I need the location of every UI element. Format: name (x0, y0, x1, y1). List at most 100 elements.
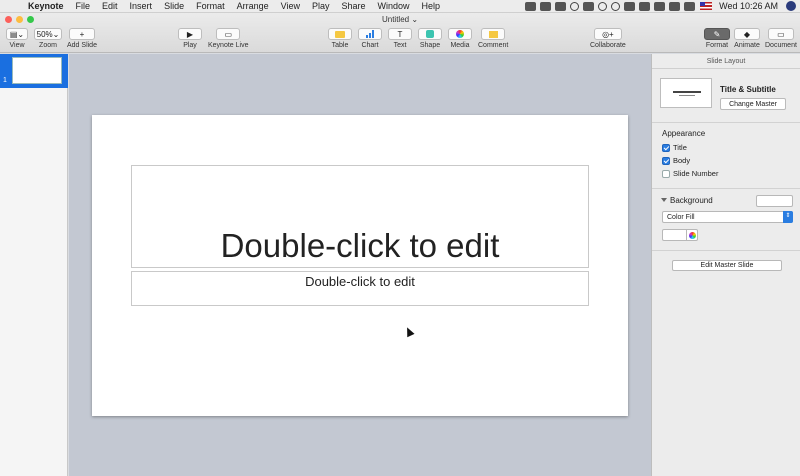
view-button[interactable]: ▤⌄ View (6, 28, 28, 49)
menu-arrange[interactable]: Arrange (231, 1, 275, 11)
menu-edit[interactable]: Edit (96, 1, 124, 11)
play-label: Play (183, 42, 197, 49)
slide-canvas[interactable]: Double-click to edit Double-click to edi… (69, 54, 651, 476)
plus-icon: + (68, 28, 95, 40)
shape-button[interactable]: Shape (418, 28, 442, 49)
input-source-flag-icon[interactable] (700, 2, 713, 10)
text-label: Text (393, 42, 407, 49)
title-placeholder[interactable]: Double-click to edit (131, 165, 589, 268)
keynote-live-label: Keynote Live (208, 42, 249, 49)
color-picker-button[interactable] (686, 229, 698, 241)
slide-number: 1 (3, 77, 7, 84)
comment-button[interactable]: Comment (478, 28, 508, 49)
menu-file[interactable]: File (70, 1, 97, 11)
volume-icon[interactable] (669, 1, 681, 11)
body-placeholder-text: Double-click to edit (305, 274, 415, 289)
document-title[interactable]: Untitled (382, 15, 409, 24)
status-app-icon[interactable] (555, 1, 567, 11)
select-arrows-icon: ⇕ (783, 211, 793, 223)
view-label: View (9, 42, 25, 49)
text-button[interactable]: T Text (388, 28, 412, 49)
slide-navigator: 1 (0, 54, 68, 476)
background-color-swatch[interactable] (756, 195, 793, 207)
animate-button[interactable]: ◆ Animate (734, 28, 760, 49)
divider (652, 188, 800, 189)
color-well[interactable] (662, 229, 687, 241)
menubar-clock[interactable]: Wed 10:26 AM (715, 1, 782, 11)
chart-icon (358, 28, 382, 40)
chart-label: Chart (361, 42, 379, 49)
collaborate-button[interactable]: ◎+ Collaborate (590, 28, 626, 49)
media-icon (448, 28, 472, 40)
collaborate-label: Collaborate (590, 42, 626, 49)
media-button[interactable]: Media (448, 28, 472, 49)
menu-help[interactable]: Help (416, 1, 447, 11)
inspector-panel: Slide Layout Title & Subtitle Change Mas… (651, 54, 800, 476)
slide-number-checkbox[interactable] (662, 169, 670, 178)
menu-insert[interactable]: Insert (124, 1, 159, 11)
fill-type-select[interactable]: Color Fill ⇕ (662, 211, 793, 223)
master-thumbnail[interactable] (660, 78, 712, 108)
paintbrush-icon: ✎ (704, 28, 730, 40)
status-circle-icon[interactable] (611, 1, 621, 11)
add-slide-button[interactable]: + Add Slide (67, 28, 97, 49)
collaborate-icon: ◎+ (593, 28, 622, 40)
view-icon: ▤⌄ (6, 28, 28, 40)
chart-button[interactable]: Chart (358, 28, 382, 49)
title-checkbox[interactable] (662, 143, 670, 152)
title-placeholder-text: Double-click to edit (220, 227, 500, 264)
document-icon: ▭ (767, 28, 794, 40)
slide[interactable]: Double-click to edit Double-click to edi… (92, 115, 628, 416)
play-button[interactable]: ▶ Play (178, 28, 202, 49)
body-placeholder[interactable]: Double-click to edit (131, 271, 589, 306)
table-button[interactable]: Table (328, 28, 352, 49)
appearance-title: Appearance (662, 129, 706, 138)
status-app-icon[interactable] (525, 1, 537, 11)
wifi-icon[interactable] (654, 1, 666, 11)
user-avatar[interactable] (786, 1, 796, 11)
media-label: Media (450, 42, 470, 49)
body-checkbox-label: Body (673, 156, 691, 165)
title-checkbox-label: Title (673, 143, 687, 152)
menu-slide[interactable]: Slide (158, 1, 190, 11)
format-label: Format (705, 42, 729, 49)
menu-play[interactable]: Play (306, 1, 336, 11)
status-app-icon[interactable] (583, 1, 595, 11)
menu-view[interactable]: View (275, 1, 306, 11)
edit-master-slide-button[interactable]: Edit Master Slide (672, 260, 782, 271)
text-icon: T (388, 28, 412, 40)
fill-type-value: Color Fill (667, 214, 695, 221)
menubar: Keynote File Edit Insert Slide Format Ar… (0, 0, 800, 13)
disclosure-triangle-icon[interactable] (661, 198, 667, 202)
keynote-live-icon: ▭ (216, 28, 241, 40)
animate-label: Animate (734, 42, 760, 49)
bluetooth-icon[interactable] (639, 1, 651, 11)
toolbar: Untitled ⌄ ▤⌄ View 50% ⌄ Zoom + Add Slide… (0, 13, 800, 53)
status-app-icon[interactable] (540, 1, 552, 11)
body-checkbox-row[interactable]: Body (662, 156, 690, 165)
format-button[interactable]: ✎ Format (704, 28, 730, 49)
menu-share[interactable]: Share (336, 1, 372, 11)
menu-app[interactable]: Keynote (22, 1, 70, 11)
table-icon (328, 28, 352, 40)
body-checkbox[interactable] (662, 156, 670, 165)
master-body-line (679, 95, 695, 96)
slide-number-checkbox-row[interactable]: Slide Number (662, 169, 718, 178)
battery-icon[interactable] (684, 1, 696, 11)
keynote-live-button[interactable]: ▭ Keynote Live (208, 28, 248, 49)
status-circle-icon[interactable] (570, 1, 580, 11)
status-circle-icon[interactable] (598, 1, 608, 11)
slide-thumbnail-row[interactable]: 1 (0, 54, 68, 88)
chevron-down-icon[interactable]: ⌄ (409, 15, 418, 24)
animate-icon: ◆ (734, 28, 760, 40)
table-label: Table (331, 42, 349, 49)
change-master-button[interactable]: Change Master (720, 98, 786, 110)
comment-label: Comment (478, 42, 509, 49)
menu-format[interactable]: Format (190, 1, 231, 11)
zoom-button[interactable]: 50% ⌄ Zoom (34, 28, 62, 49)
document-button[interactable]: ▭ Document (765, 28, 797, 49)
title-checkbox-row[interactable]: Title (662, 143, 687, 152)
menu-window[interactable]: Window (372, 1, 416, 11)
slide-thumbnail[interactable] (12, 57, 62, 84)
status-app-icon[interactable] (624, 1, 636, 11)
